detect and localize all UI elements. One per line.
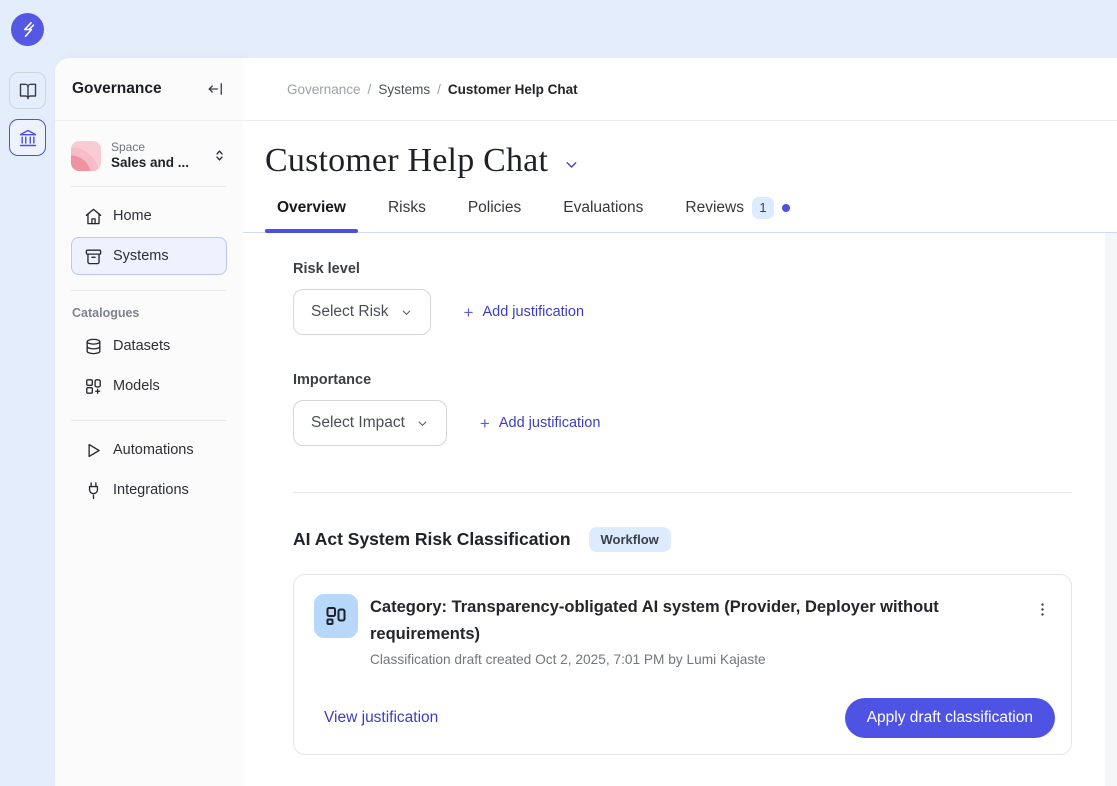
sidebar-item-label: Models xyxy=(113,378,160,394)
classification-meta: Classification draft created Oct 2, 2025… xyxy=(370,652,1015,667)
app-logo[interactable] xyxy=(11,13,44,46)
home-icon xyxy=(84,207,103,226)
add-importance-justification-link[interactable]: + Add justification xyxy=(480,415,601,432)
breadcrumb-governance[interactable]: Governance xyxy=(287,82,361,97)
add-justification-label: Add justification xyxy=(482,304,584,320)
database-icon xyxy=(84,337,103,356)
archive-box-icon xyxy=(84,247,103,266)
tab-label: Policies xyxy=(468,199,521,217)
space-name: Sales and ... xyxy=(111,154,202,171)
sidebar-item-label: Automations xyxy=(113,442,194,458)
chevron-down-icon xyxy=(416,417,429,430)
collapse-left-icon xyxy=(207,80,225,98)
sidebar-item-systems[interactable]: Systems xyxy=(71,237,227,275)
apply-draft-classification-button[interactable]: Apply draft classification xyxy=(845,698,1055,738)
breadcrumb: Governance / Systems / Customer Help Cha… xyxy=(243,58,1117,121)
governance-sidebar: Governance Space Sales and ... H xyxy=(55,58,243,786)
tab-bar: Overview Risks Policies Evaluations Revi… xyxy=(265,197,1117,232)
sidebar-item-datasets[interactable]: Datasets xyxy=(71,327,227,365)
sidebar-item-integrations[interactable]: Integrations xyxy=(71,471,227,509)
sidebar-item-home[interactable]: Home xyxy=(71,197,227,235)
tab-label: Risks xyxy=(388,199,426,217)
tab-label: Evaluations xyxy=(563,199,643,217)
risk-level-label: Risk level xyxy=(293,261,1072,277)
top-bar xyxy=(0,0,1117,58)
classification-category-title: Category: Transparency-obligated AI syst… xyxy=(370,594,1015,648)
bank-icon xyxy=(18,128,38,148)
sidebar-title: Governance xyxy=(72,80,162,98)
sidebar-item-label: Integrations xyxy=(113,482,189,498)
collapse-sidebar-button[interactable] xyxy=(207,80,225,98)
module-rail xyxy=(0,58,55,786)
reviews-count-badge: 1 xyxy=(752,197,774,219)
sidebar-divider xyxy=(71,290,227,291)
tab-label: Overview xyxy=(277,199,346,217)
sidebar-item-label: Systems xyxy=(113,248,169,264)
tab-reviews[interactable]: Reviews 1 xyxy=(673,197,802,232)
page-header: Customer Help Chat Overview Risks Polici… xyxy=(243,121,1117,233)
workflow-badge: Workflow xyxy=(589,527,671,552)
governance-module-button[interactable] xyxy=(9,119,46,156)
breadcrumb-systems[interactable]: Systems xyxy=(378,82,430,97)
importance-label: Importance xyxy=(293,372,1072,388)
space-texts: Space Sales and ... xyxy=(111,140,202,171)
sidebar-item-automations[interactable]: Automations xyxy=(71,431,227,469)
page-title: Customer Help Chat xyxy=(265,142,548,180)
tab-overview[interactable]: Overview xyxy=(265,197,358,232)
importance-select-value: Select Impact xyxy=(311,414,405,432)
plus-icon: + xyxy=(480,415,490,432)
book-icon xyxy=(18,81,38,101)
play-icon xyxy=(84,441,103,460)
chevron-down-icon xyxy=(400,306,413,319)
catalogues-section-label: Catalogues xyxy=(72,306,227,320)
space-selector[interactable]: Space Sales and ... xyxy=(71,140,227,171)
breadcrumb-current: Customer Help Chat xyxy=(448,82,578,97)
add-justification-label: Add justification xyxy=(499,415,601,431)
chevron-up-down-icon xyxy=(212,148,227,163)
classification-card: Category: Transparency-obligated AI syst… xyxy=(293,574,1072,755)
plug-icon xyxy=(84,481,103,500)
sidebar-item-label: Home xyxy=(113,208,152,224)
add-risk-justification-link[interactable]: + Add justification xyxy=(464,304,585,321)
view-justification-link[interactable]: View justification xyxy=(324,709,438,727)
sidebar-header: Governance xyxy=(55,58,243,121)
sidebar-divider xyxy=(71,186,227,187)
content-divider xyxy=(293,492,1072,493)
card-text-block: Category: Transparency-obligated AI syst… xyxy=(370,594,1015,667)
classification-section-title: AI Act System Risk Classification xyxy=(293,529,571,550)
library-module-button[interactable] xyxy=(9,72,46,109)
space-label: Space xyxy=(111,140,202,154)
scrollbar[interactable] xyxy=(1105,233,1117,786)
kebab-menu-icon[interactable] xyxy=(1030,597,1055,622)
chevron-down-icon xyxy=(563,156,580,173)
risk-level-select[interactable]: Select Risk xyxy=(293,289,431,335)
logo-lightning-icon xyxy=(18,20,37,39)
risk-level-select-value: Select Risk xyxy=(311,303,389,321)
importance-select[interactable]: Select Impact xyxy=(293,400,447,446)
tab-evaluations[interactable]: Evaluations xyxy=(551,197,655,232)
page-title-row[interactable]: Customer Help Chat xyxy=(265,142,1117,180)
sidebar-item-label: Datasets xyxy=(113,338,170,354)
notification-dot xyxy=(782,204,790,212)
overview-content: Risk level Select Risk + Add justificati… xyxy=(243,233,1117,786)
squares-plus-icon xyxy=(84,377,103,396)
plus-icon: + xyxy=(464,304,474,321)
tab-label: Reviews xyxy=(685,199,744,217)
main-panel: Governance / Systems / Customer Help Cha… xyxy=(243,58,1117,786)
tab-policies[interactable]: Policies xyxy=(456,197,533,232)
sidebar-item-models[interactable]: Models xyxy=(71,367,227,405)
sidebar-divider xyxy=(71,420,227,421)
breadcrumb-separator: / xyxy=(368,82,372,97)
category-layout-icon xyxy=(314,594,358,638)
tab-risks[interactable]: Risks xyxy=(376,197,438,232)
space-avatar xyxy=(71,141,101,171)
breadcrumb-separator: / xyxy=(437,82,441,97)
